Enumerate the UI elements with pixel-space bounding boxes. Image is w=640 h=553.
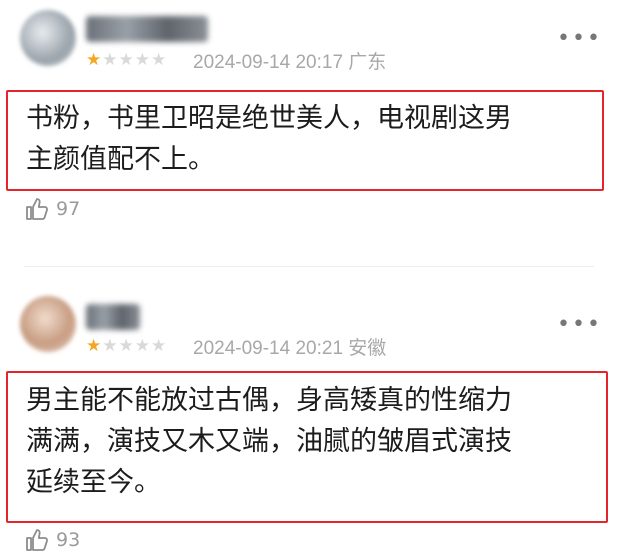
star-icon: ★: [102, 50, 119, 70]
like-button[interactable]: 97: [24, 196, 80, 222]
avatar[interactable]: [20, 10, 76, 66]
star-icon: ★: [134, 336, 151, 356]
comment-meta: 2024-09-14 20:17 广东: [193, 47, 386, 74]
rating-stars: ★★★★★: [86, 50, 167, 70]
star-icon: ★: [102, 336, 119, 356]
username-blurred[interactable]: [86, 304, 140, 330]
comment-location: 安徽: [348, 338, 387, 359]
comment-datetime: 2024-09-14 20:17: [193, 52, 344, 73]
comment-location: 广东: [348, 52, 387, 73]
comment-text-line: 满满，演技又木又端，油腻的皱眉式演技: [26, 426, 512, 457]
star-icon: ★: [151, 50, 168, 70]
comment-text-line: 主颜值配不上。: [26, 144, 215, 175]
divider: [24, 266, 594, 267]
star-icon: ★: [118, 336, 135, 356]
comment-text-line: 男主能不能放过古偶，身高矮真的性缩力: [26, 385, 512, 416]
comment-datetime: 2024-09-14 20:21: [193, 338, 344, 359]
like-count: 93: [56, 529, 81, 551]
star-icon: ★: [118, 50, 135, 70]
more-dots-icon[interactable]: •••: [557, 312, 602, 337]
username-blurred[interactable]: [86, 16, 208, 42]
star-icon: ★: [86, 50, 103, 70]
star-icon: ★: [86, 336, 103, 356]
comment-text: 男主能不能放过古偶，身高矮真的性缩力 满满，演技又木又端，油腻的皱眉式演技 延续…: [26, 380, 512, 503]
thumbs-up-icon: [24, 196, 50, 222]
star-icon: ★: [134, 50, 151, 70]
like-count: 97: [56, 198, 81, 220]
avatar[interactable]: [20, 296, 76, 352]
comment-text-line: 书粉，书里卫昭是绝世美人，电视剧这男: [26, 103, 512, 134]
rating-stars: ★★★★★: [86, 336, 167, 356]
star-icon: ★: [151, 336, 168, 356]
comment-text: 书粉，书里卫昭是绝世美人，电视剧这男 主颜值配不上。: [26, 98, 512, 180]
like-button[interactable]: 93: [24, 527, 80, 553]
comment-text-line: 延续至今。: [26, 467, 161, 498]
more-dots-icon[interactable]: •••: [557, 26, 602, 51]
thumbs-up-icon: [24, 527, 50, 553]
comment-meta: 2024-09-14 20:21 安徽: [193, 333, 386, 360]
